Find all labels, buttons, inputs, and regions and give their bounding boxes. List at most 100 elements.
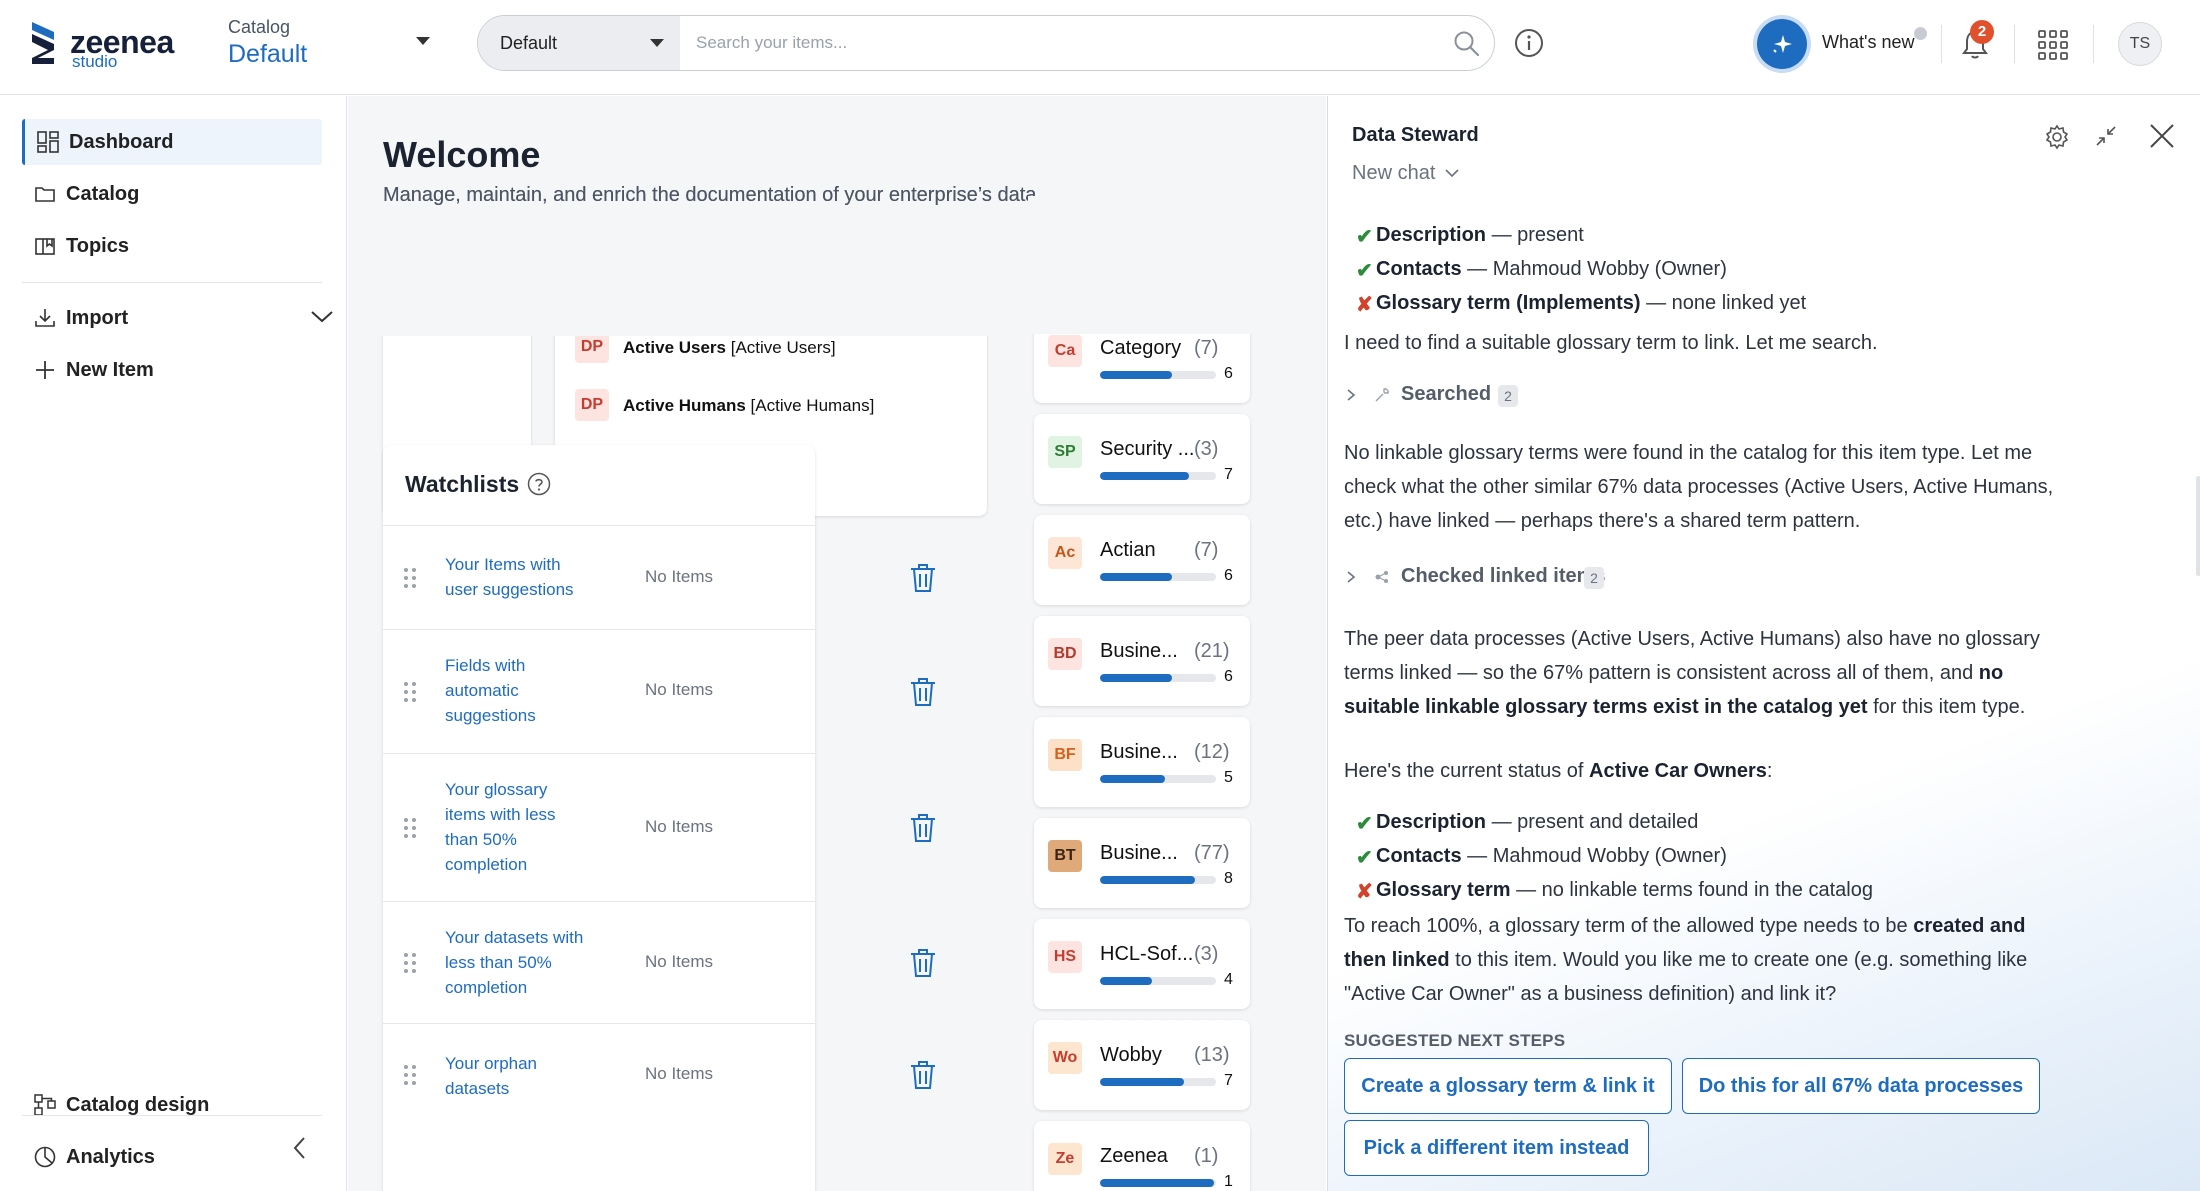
chevron-down-icon[interactable] bbox=[310, 308, 334, 326]
chevron-down-icon[interactable] bbox=[1445, 168, 1459, 178]
tool-call-checked-linked-items[interactable]: Checked linked items 2 bbox=[1344, 564, 1644, 594]
panel-resize-handle[interactable] bbox=[2196, 476, 2200, 576]
topics-icon bbox=[35, 238, 55, 255]
trash-icon[interactable] bbox=[908, 947, 938, 979]
user-avatar[interactable]: TS bbox=[2118, 22, 2162, 66]
cross-icon: ✘ bbox=[1356, 881, 1373, 903]
catalog-dropdown-icon[interactable] bbox=[416, 37, 430, 45]
sidebar-item-import[interactable]: Import bbox=[22, 295, 333, 341]
sidebar-item-dashboard[interactable]: Dashboard bbox=[22, 119, 322, 165]
watchlist-row[interactable]: Your orphan datasets No Items bbox=[383, 1023, 935, 1127]
topic-card[interactable]: BT Busine... (77) 8 bbox=[1034, 818, 1250, 908]
topic-card[interactable]: Ac Actian (7) 6 bbox=[1034, 515, 1250, 605]
watchlist-name[interactable]: Your glossary items with less than 50% c… bbox=[445, 777, 575, 877]
catalog-selector[interactable]: Default bbox=[228, 40, 307, 69]
watchlist-row[interactable]: Your Items with user suggestions No Item… bbox=[383, 525, 935, 629]
sidebar-item-label: Catalog bbox=[66, 183, 140, 205]
drag-handle-icon[interactable] bbox=[403, 1064, 417, 1086]
tool-call-count: 2 bbox=[1498, 385, 1518, 407]
drag-handle-icon[interactable] bbox=[403, 567, 417, 589]
topic-card[interactable]: Ze Zeenea (1) 1 bbox=[1034, 1121, 1250, 1191]
watchlist-row[interactable]: Your glossary items with less than 50% c… bbox=[383, 753, 935, 901]
criterion-item: Description — present bbox=[1376, 224, 1584, 246]
topic-completion-value: 4 bbox=[1224, 971, 1233, 988]
cross-icon: ✘ bbox=[1356, 294, 1373, 316]
sidebar-item-label: Analytics bbox=[66, 1146, 155, 1168]
topic-tag: SP bbox=[1048, 436, 1082, 468]
tool-call-label: Searched bbox=[1401, 383, 1492, 405]
collapse-sidebar-icon[interactable] bbox=[290, 1136, 310, 1160]
watchlist-name[interactable]: Your orphan datasets bbox=[445, 1051, 555, 1101]
dashboard-icon bbox=[37, 131, 59, 153]
sidebar-item-label: Catalog design bbox=[66, 1094, 210, 1116]
topic-tag: Ze bbox=[1048, 1143, 1082, 1175]
trash-icon[interactable] bbox=[908, 562, 938, 594]
watchlist-name[interactable]: Fields with automatic suggestions bbox=[445, 653, 555, 728]
topic-card[interactable]: BF Busine... (12) 5 bbox=[1034, 717, 1250, 807]
trash-icon[interactable] bbox=[908, 676, 938, 708]
topic-completion-value: 6 bbox=[1224, 668, 1233, 685]
watchlist-row[interactable]: Your datasets with less than 50% complet… bbox=[383, 901, 935, 1023]
criterion-item: Glossary term — no linkable terms found … bbox=[1376, 879, 1873, 901]
topic-name: Wobby bbox=[1100, 1044, 1162, 1066]
info-icon[interactable] bbox=[1513, 27, 1545, 59]
recent-item-name: Active Users [Active Users] bbox=[623, 338, 836, 357]
whats-new-link[interactable]: What's new bbox=[1822, 32, 1914, 53]
new-chat-dropdown[interactable]: New chat bbox=[1352, 162, 1435, 185]
search-scope-select[interactable]: Default bbox=[478, 16, 680, 70]
import-icon bbox=[35, 309, 55, 327]
search-scope-value: Default bbox=[500, 33, 558, 53]
watchlist-row[interactable]: Fields with automatic suggestions No Ite… bbox=[383, 629, 935, 753]
ai-assistant-button[interactable] bbox=[1757, 19, 1807, 69]
watchlists-title: Watchlists bbox=[405, 471, 520, 497]
chevron-right-icon bbox=[1347, 389, 1356, 401]
sidebar-item-label: New Item bbox=[66, 359, 154, 381]
trash-icon[interactable] bbox=[908, 1059, 938, 1091]
gear-icon[interactable] bbox=[2044, 124, 2070, 150]
sidebar-item-analytics[interactable]: Analytics bbox=[22, 1134, 322, 1180]
item-type-tag: DP bbox=[575, 389, 609, 421]
topic-card[interactable]: SP Security ... (3) 7 bbox=[1034, 414, 1250, 504]
suggestion-button[interactable]: Pick a different item instead bbox=[1344, 1120, 1649, 1176]
watchlist-name[interactable]: Your Items with user suggestions bbox=[445, 552, 595, 602]
link-icon bbox=[1375, 571, 1388, 583]
topic-card[interactable]: BD Busine... (21) 6 bbox=[1034, 616, 1250, 706]
topic-completion-value: 5 bbox=[1224, 769, 1233, 786]
apps-grid-icon[interactable] bbox=[2037, 29, 2069, 61]
watchlist-name[interactable]: Your datasets with less than 50% complet… bbox=[445, 925, 605, 1000]
search-icon[interactable] bbox=[1453, 30, 1481, 58]
minimize-icon[interactable] bbox=[2094, 124, 2118, 148]
search-bar: Default bbox=[477, 15, 1495, 71]
topic-completion-fill bbox=[1100, 371, 1172, 379]
header-divider bbox=[2014, 25, 2015, 63]
topic-count: (12) bbox=[1194, 741, 1230, 763]
drag-handle-icon[interactable] bbox=[403, 817, 417, 839]
folder-icon bbox=[35, 187, 55, 202]
close-icon[interactable] bbox=[2148, 122, 2176, 150]
topic-card[interactable]: Wo Wobby (13) 7 bbox=[1034, 1020, 1250, 1110]
drag-handle-icon[interactable] bbox=[403, 681, 417, 703]
search-input[interactable] bbox=[696, 16, 1436, 70]
topic-tag: Ca bbox=[1048, 335, 1082, 367]
suggestion-button[interactable]: Do this for all 67% data processes bbox=[1682, 1058, 2040, 1114]
sidebar-item-catalog[interactable]: Catalog bbox=[22, 171, 322, 217]
tool-call-searched[interactable]: Searched 2 bbox=[1344, 382, 1544, 412]
topic-completion-value: 8 bbox=[1224, 870, 1233, 887]
suggestion-button[interactable]: Create a glossary term & link it bbox=[1344, 1058, 1672, 1114]
scroll-mask bbox=[1028, 196, 1268, 334]
zeenea-logo[interactable]: zeenea studio bbox=[30, 20, 190, 70]
help-icon[interactable] bbox=[527, 472, 551, 496]
topic-completion-bar bbox=[1100, 1179, 1216, 1187]
dashboard-main: Welcome Manage, maintain, and enrich the… bbox=[348, 96, 1326, 1191]
topic-card[interactable]: HS HCL-Sof... (3) 4 bbox=[1034, 919, 1250, 1009]
topic-tag: BF bbox=[1048, 739, 1082, 771]
sidebar-item-topics[interactable]: Topics bbox=[22, 223, 322, 269]
topic-name: HCL-Sof... bbox=[1100, 943, 1194, 965]
panel-title: Data Steward bbox=[1352, 124, 1479, 146]
trash-icon[interactable] bbox=[908, 812, 938, 844]
sidebar-item-new-item[interactable]: New Item bbox=[22, 347, 322, 393]
topic-count: (13) bbox=[1194, 1044, 1230, 1066]
sidebar-item-catalog-design[interactable]: Catalog design bbox=[22, 1082, 322, 1128]
drag-handle-icon[interactable] bbox=[403, 952, 417, 974]
logo-subtitle: studio bbox=[72, 52, 118, 71]
